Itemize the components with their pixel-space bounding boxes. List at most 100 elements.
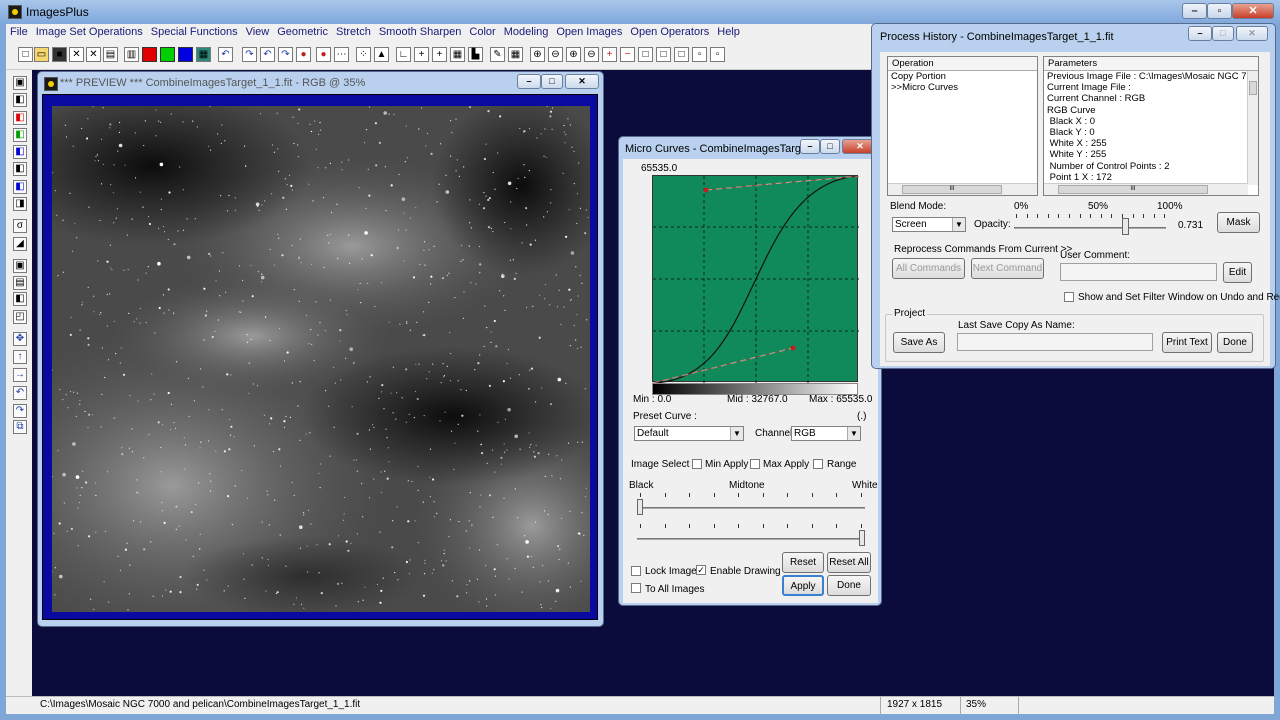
midtone-slider-thumb-1[interactable]: [637, 499, 643, 515]
rotate-right-icon[interactable]: ↷: [13, 404, 27, 418]
menu-stretch[interactable]: Stretch: [332, 24, 375, 40]
operation-hscrollbar[interactable]: III: [888, 183, 1037, 195]
menu-help[interactable]: Help: [713, 24, 744, 40]
micro-curves-minimize-button[interactable]: –: [800, 139, 820, 154]
operation-list[interactable]: Operation Copy Portion >>Micro Curves III: [887, 56, 1038, 196]
show-filter-checkbox[interactable]: [1064, 292, 1074, 302]
open-folder-icon[interactable]: ▭: [34, 47, 49, 62]
grid-dots-icon[interactable]: ⁘: [356, 47, 371, 62]
blend-mode-select[interactable]: Screen ▼: [892, 217, 966, 232]
menu-image-set-operations[interactable]: Image Set Operations: [32, 24, 147, 40]
split-channels-icon[interactable]: ◧: [13, 93, 27, 107]
range-checkbox[interactable]: [813, 459, 823, 469]
save-as-button[interactable]: Save As: [893, 332, 945, 353]
menu-file[interactable]: File: [6, 24, 32, 40]
parameters-vscrollbar[interactable]: [1247, 71, 1258, 185]
save-icon[interactable]: ■: [52, 47, 67, 62]
next-command-button[interactable]: Next Command: [971, 258, 1044, 279]
flip-icon[interactable]: ⧉: [13, 420, 27, 434]
menu-geometric[interactable]: Geometric: [273, 24, 332, 40]
apply-button[interactable]: Apply: [782, 575, 824, 596]
fill-icon[interactable]: ▣: [13, 259, 27, 273]
preview-close-button[interactable]: ✕: [565, 74, 599, 89]
menu-color[interactable]: Color: [465, 24, 499, 40]
parameters-hscrollbar[interactable]: III: [1044, 183, 1248, 195]
max-apply-checkbox[interactable]: [750, 459, 760, 469]
arrow-up-icon[interactable]: ↑: [13, 350, 27, 364]
zoom-actual-icon[interactable]: ⊖: [584, 47, 599, 62]
red-channel-icon[interactable]: [142, 47, 157, 62]
measure-icon[interactable]: ∟: [396, 47, 411, 62]
process-history-close-button[interactable]: ✕: [1236, 26, 1268, 41]
parameters-list[interactable]: Parameters Previous Image File : C:\Imag…: [1043, 56, 1259, 196]
stop-icon[interactable]: ●: [316, 47, 331, 62]
menu-view[interactable]: View: [242, 24, 274, 40]
green-channel-icon[interactable]: [160, 47, 175, 62]
arrow-right-icon[interactable]: →: [13, 368, 27, 382]
min-apply-checkbox[interactable]: [692, 459, 702, 469]
plus-box-icon[interactable]: +: [602, 47, 617, 62]
redo-disabled-icon[interactable]: ↷: [242, 47, 257, 62]
zoom-out-icon[interactable]: ⊖: [548, 47, 563, 62]
rotate-left-icon[interactable]: ↶: [13, 386, 27, 400]
menu-open-images[interactable]: Open Images: [552, 24, 626, 40]
midtone-slider-track-2[interactable]: [637, 538, 865, 540]
new-file-icon[interactable]: □: [18, 47, 33, 62]
crop-icon[interactable]: ◰: [13, 310, 27, 324]
combine-icon[interactable]: ◨: [13, 197, 27, 211]
print-icon[interactable]: ▤: [103, 47, 118, 62]
menu-special-functions[interactable]: Special Functions: [147, 24, 242, 40]
menu-modeling[interactable]: Modeling: [500, 24, 553, 40]
zoom-in-icon[interactable]: ⊕: [530, 47, 545, 62]
rgb-channels-icon[interactable]: ▥: [124, 47, 139, 62]
gamma-icon[interactable]: σ: [13, 219, 27, 233]
midtone-slider-thumb-2[interactable]: [859, 530, 865, 546]
table-icon[interactable]: ▦: [508, 47, 523, 62]
to-all-images-checkbox[interactable]: [631, 583, 641, 593]
mask-button[interactable]: Mask: [1217, 212, 1260, 233]
preview-minimize-button[interactable]: –: [517, 74, 541, 89]
micro-curves-done-button[interactable]: Done: [827, 575, 871, 596]
cancel-icon[interactable]: ✕: [86, 47, 101, 62]
dots-icon[interactable]: ⋯: [334, 47, 349, 62]
maximize-button[interactable]: ▫: [1207, 3, 1232, 19]
preset-curve-select[interactable]: Default ▼: [634, 426, 744, 441]
midtone-slider-track-1[interactable]: [637, 507, 865, 509]
crosshair-icon[interactable]: +: [414, 47, 429, 62]
last-save-input[interactable]: [957, 333, 1153, 351]
reset-button[interactable]: Reset: [782, 552, 824, 573]
green-swatch-icon[interactable]: ◧: [13, 128, 27, 142]
print-text-button[interactable]: Print Text: [1162, 332, 1212, 353]
frame-icon[interactable]: □: [638, 47, 653, 62]
all-commands-button[interactable]: All Commands: [892, 258, 965, 279]
frame2-icon[interactable]: □: [656, 47, 671, 62]
close-icon[interactable]: ✕: [69, 47, 84, 62]
process-history-minimize-button[interactable]: –: [1188, 26, 1212, 41]
center-icon[interactable]: +: [432, 47, 447, 62]
lock-image-checkbox[interactable]: [631, 566, 641, 576]
reset-all-button[interactable]: Reset All: [827, 552, 871, 573]
adjust-icon[interactable]: ▤: [13, 276, 27, 290]
process-history-maximize-button[interactable]: □: [1212, 26, 1234, 41]
close-button[interactable]: ✕: [1232, 3, 1274, 19]
small-square-icon[interactable]: ▫: [692, 47, 707, 62]
enable-drawing-checkbox[interactable]: ✓: [696, 565, 706, 575]
menu-open-operators[interactable]: Open Operators: [626, 24, 713, 40]
minimize-button[interactable]: –: [1182, 3, 1207, 19]
record-icon[interactable]: ●: [296, 47, 311, 62]
minus-box-icon[interactable]: −: [620, 47, 635, 62]
operation-item[interactable]: Copy Portion: [891, 71, 1034, 82]
save-small-icon[interactable]: ▣: [13, 76, 27, 90]
edit-button[interactable]: Edit: [1223, 262, 1252, 283]
menu-smooth-sharpen[interactable]: Smooth Sharpen: [375, 24, 466, 40]
red-swatch-icon[interactable]: ◧: [13, 111, 27, 125]
grid-icon[interactable]: ▦: [450, 47, 465, 62]
micro-curves-maximize-button[interactable]: □: [820, 139, 840, 154]
stack-icon[interactable]: ▦: [196, 47, 211, 62]
channel-select[interactable]: RGB ▼: [791, 426, 861, 441]
gradient-icon[interactable]: ◢: [13, 237, 27, 251]
process-history-done-button[interactable]: Done: [1217, 332, 1253, 353]
undo-all-icon[interactable]: ↶: [260, 47, 275, 62]
curve-editor[interactable]: [652, 175, 860, 384]
move-icon[interactable]: ✥: [13, 332, 27, 346]
